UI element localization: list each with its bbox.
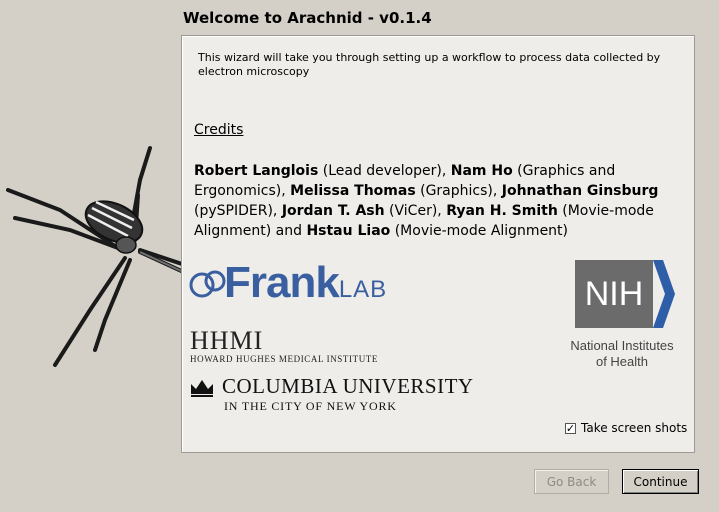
columbia-subtitle: IN THE CITY OF NEW YORK [224, 399, 397, 413]
credit-role: (ViCer), [384, 203, 447, 219]
credit-role: (pySPIDER), [194, 203, 282, 219]
credit-name: Jordan T. Ash [281, 203, 385, 219]
credit-role: (Lead developer), [318, 163, 451, 179]
credit-name: Hstau Liao [306, 223, 391, 239]
nih-caption: National Institutes of Health [554, 338, 690, 370]
nih-logo: NIH [575, 260, 675, 328]
nih-mark: NIH [585, 275, 644, 313]
credit-role: (Movie-mode Alignment) [390, 223, 569, 239]
intro-text: This wizard will take you through settin… [198, 51, 661, 78]
columbia-name: COLUMBIA UNIVERSITY [222, 374, 474, 398]
crown-icon [191, 380, 213, 397]
take-screenshots-option[interactable]: ✓ Take screen shots [565, 421, 687, 435]
credit-role: (Graphics), [415, 183, 502, 199]
take-screenshots-checkbox[interactable]: ✓ [565, 421, 576, 435]
franklab-suffix: LAB [338, 276, 388, 303]
credit-name: Robert Langlois [194, 163, 319, 179]
franklab-name: Frank [224, 258, 340, 307]
franklab-ribosome-icon [189, 270, 226, 298]
nih-caption-line: National Institutes [570, 338, 674, 353]
checkmark-icon: ✓ [565, 421, 576, 435]
credits-text: Robert Langlois (Lead developer), Nam Ho… [194, 161, 689, 241]
credit-name: Melissa Thomas [290, 183, 416, 199]
nih-caption-line: of Health [595, 354, 649, 369]
credit-name: Johnathan Ginsburg [501, 183, 659, 199]
hhmi-name: HOWARD HUGHES MEDICAL INSTITUTE [190, 354, 379, 364]
credits-heading: Credits [194, 122, 244, 138]
hhmi-mark: HHMI [190, 326, 264, 355]
franklab-logo: FrankLAB [188, 258, 418, 318]
credit-name: Ryan H. Smith [446, 203, 558, 219]
hhmi-logo: HHMI HOWARD HUGHES MEDICAL INSTITUTE [190, 326, 379, 365]
welcome-panel: This wizard will take you through settin… [181, 35, 695, 453]
credit-name: Nam Ho [450, 163, 513, 179]
window-title: Welcome to Arachnid - v0.1.4 [183, 9, 432, 27]
go-back-button[interactable]: Go Back [534, 469, 609, 494]
continue-button[interactable]: Continue [622, 469, 699, 494]
take-screenshots-label: Take screen shots [581, 421, 688, 435]
